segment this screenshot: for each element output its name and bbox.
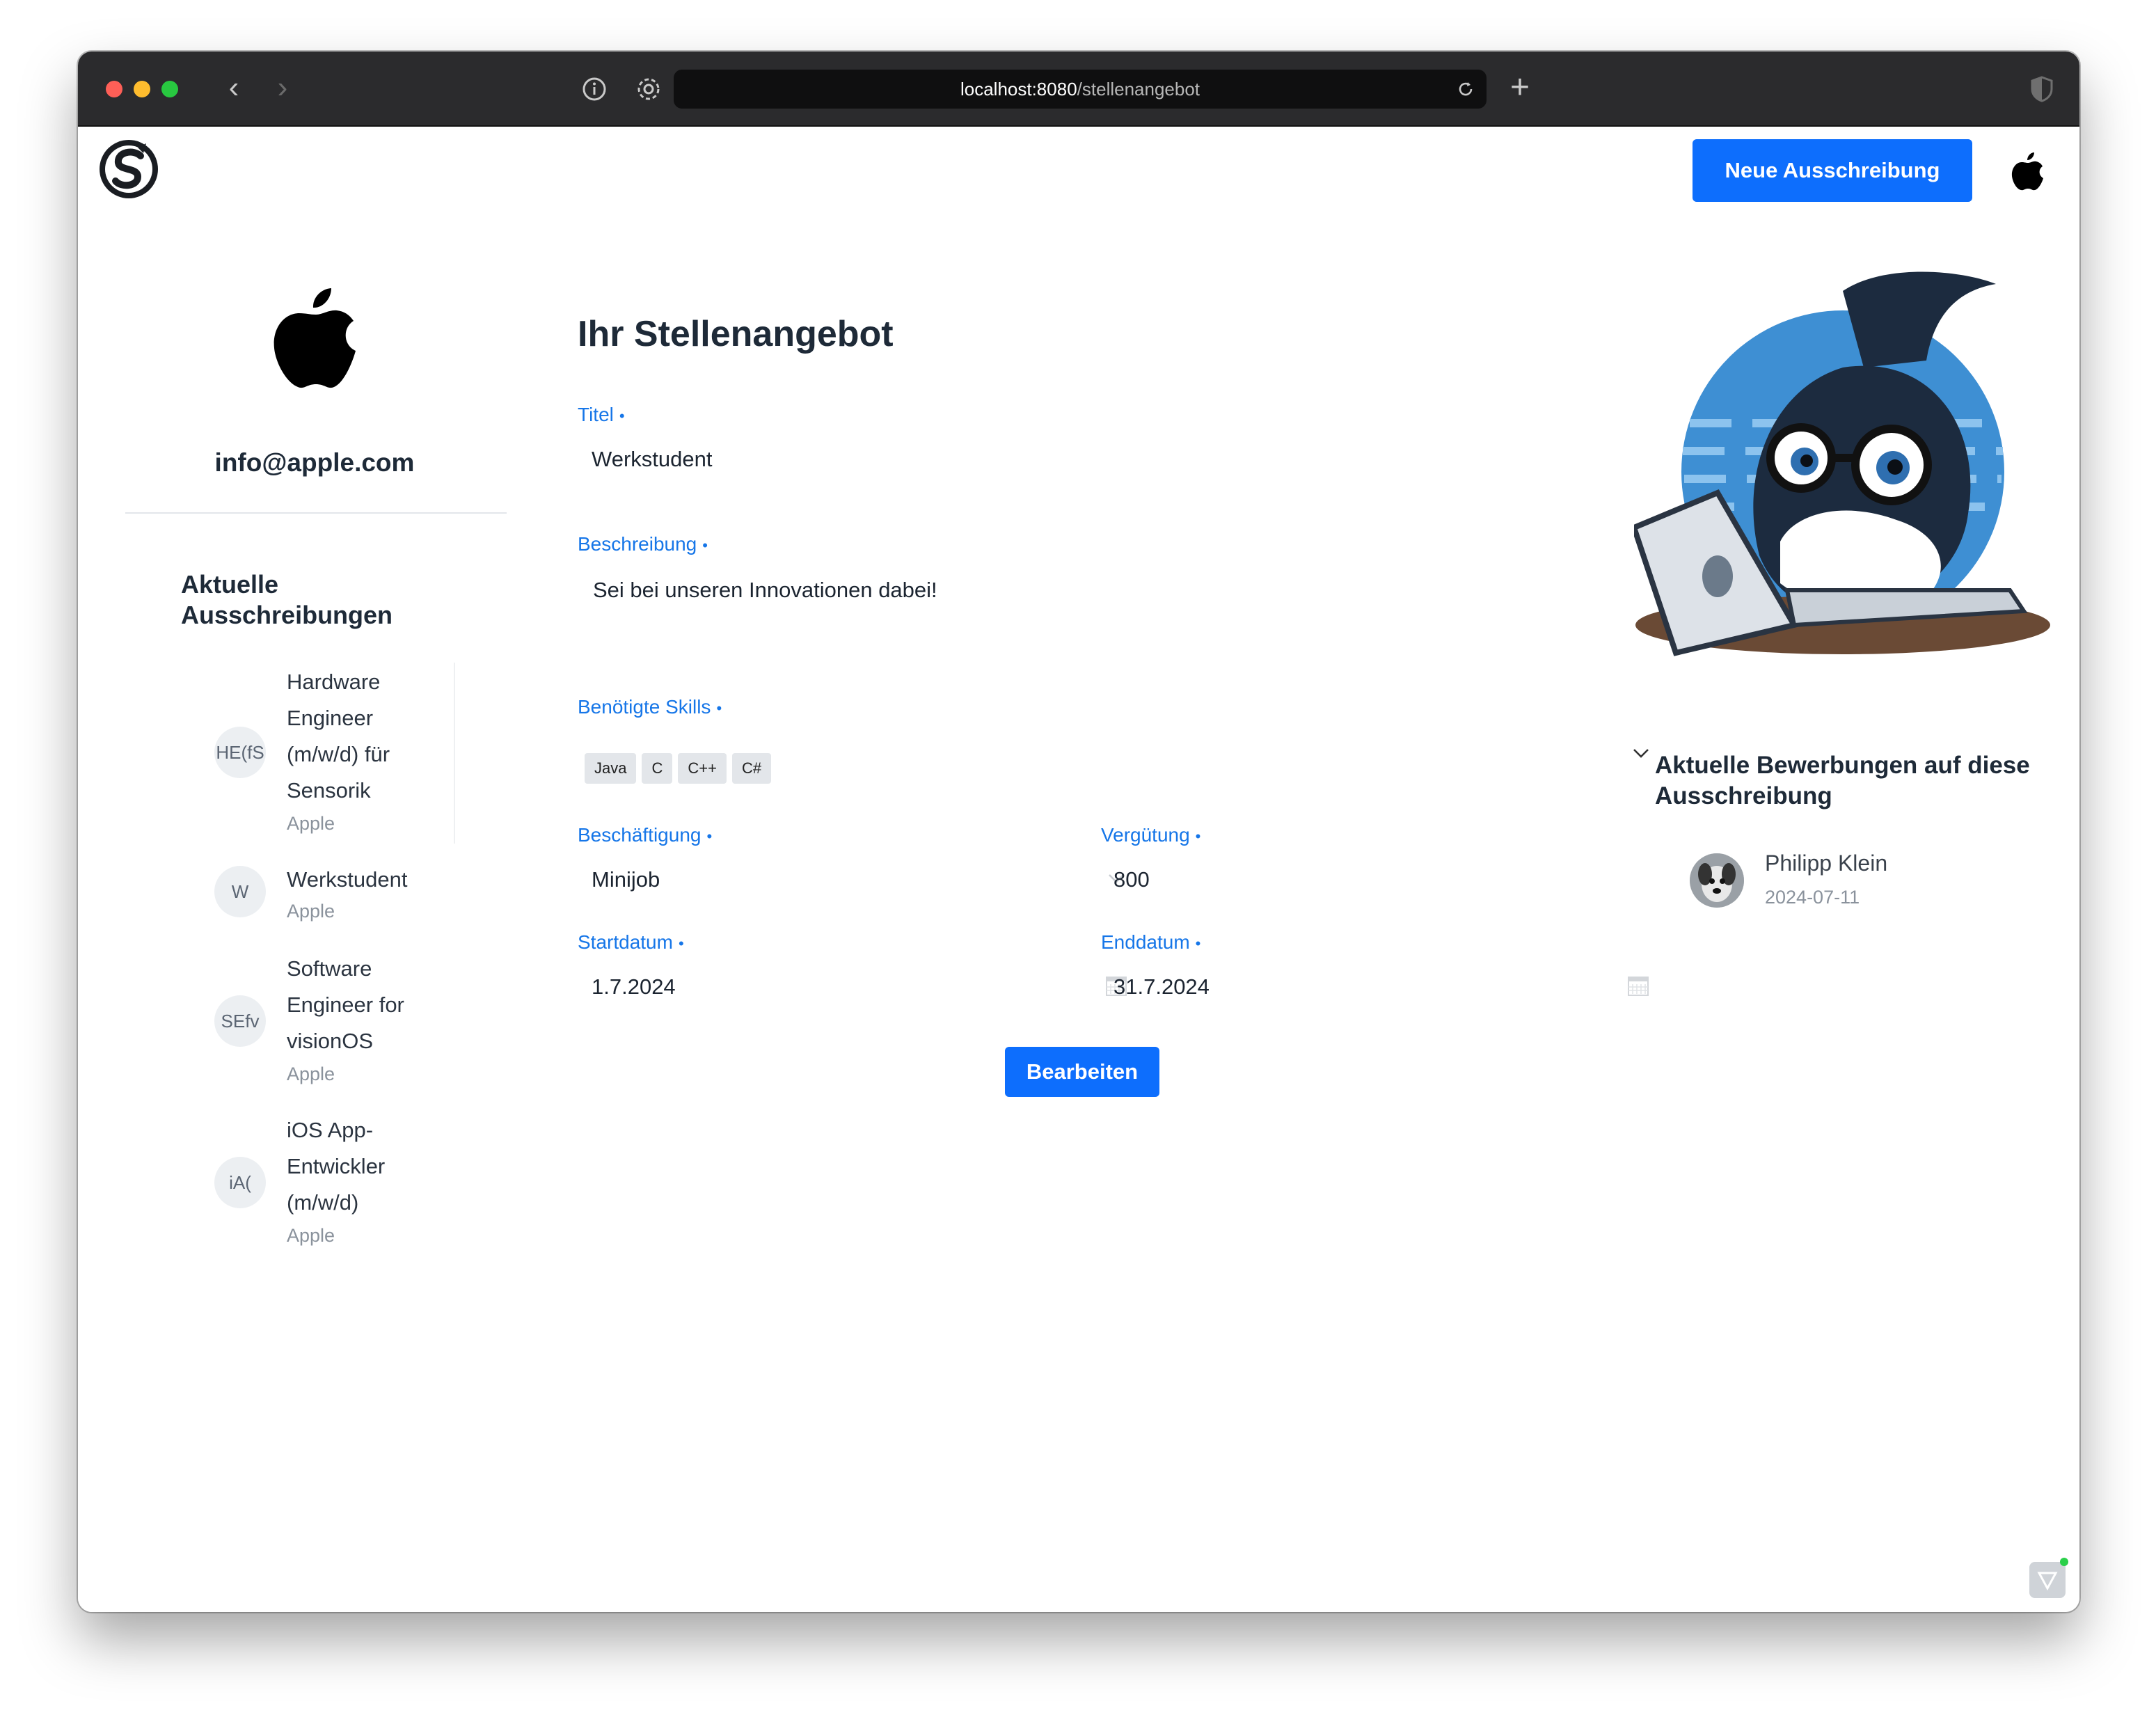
skill-chip[interactable]: C++: [678, 753, 727, 784]
close-window-button[interactable]: [106, 81, 122, 97]
required-marker: •: [702, 537, 708, 554]
reload-icon[interactable]: [1454, 78, 1477, 100]
salary-field[interactable]: 800: [1113, 867, 1150, 892]
skills-label-text: Benötigte Skills: [578, 696, 711, 718]
page-title: Ihr Stellenangebot: [578, 314, 894, 354]
skill-chip[interactable]: Java: [585, 753, 637, 784]
posting-company: Apple: [287, 1064, 335, 1084]
info-icon[interactable]: [579, 74, 610, 104]
enddate-label-text: Enddatum: [1101, 931, 1190, 953]
applicant-avatar[interactable]: [1690, 853, 1744, 908]
chevron-down-icon[interactable]: [1631, 743, 1651, 763]
dev-tools-icon[interactable]: [2029, 1558, 2068, 1598]
apple-logo-icon[interactable]: [2010, 150, 2046, 192]
posting-title: Hardware Engineer (m/w/d) für Sensorik: [287, 670, 390, 803]
url-host: localhost:8080: [960, 79, 1077, 100]
posting-company: Apple: [287, 901, 335, 922]
dog-photo-icon: [1690, 853, 1744, 908]
required-marker: •: [619, 407, 625, 425]
employment-select[interactable]: Minijob: [592, 867, 660, 892]
description-field[interactable]: Sei bei unseren Innovationen dabei!: [593, 578, 937, 603]
url-path: /stellenangebot: [1077, 79, 1200, 100]
shield-icon[interactable]: [2029, 75, 2054, 103]
required-marker: •: [1195, 935, 1201, 952]
posting-title: Software Engineer for visionOS: [287, 956, 404, 1053]
applicant-name[interactable]: Philipp Klein: [1765, 851, 1887, 876]
salary-label: Vergütung •: [1101, 824, 1200, 846]
startdate-label: Startdatum •: [578, 931, 684, 954]
description-label: Beschreibung •: [578, 533, 708, 555]
employment-label-text: Beschäftigung: [578, 824, 702, 846]
back-arrow-icon[interactable]: ‹: [217, 72, 251, 106]
skills-multiselect[interactable]: Java C C++ C#: [585, 753, 777, 787]
required-marker: •: [716, 700, 722, 717]
posting-title: Werkstudent: [287, 867, 408, 892]
zoom-window-button[interactable]: [161, 81, 178, 97]
edit-button[interactable]: Bearbeiten: [1005, 1047, 1159, 1097]
address-bar[interactable]: localhost:8080/stellenangebot: [674, 70, 1487, 109]
title-label: Titel •: [578, 404, 625, 426]
calendar-icon[interactable]: [1627, 974, 1649, 997]
posting-avatar: HE(fS: [214, 727, 266, 778]
skill-chip[interactable]: C#: [731, 753, 772, 784]
posting-avatar: iA(: [214, 1157, 266, 1208]
current-postings-heading: Aktuelle Ausschreibungen: [181, 570, 393, 629]
status-indicator: [2060, 1558, 2068, 1566]
applicant-date: 2024-07-11: [1765, 887, 1860, 908]
posting-avatar: SEfv: [214, 995, 266, 1047]
skill-chip[interactable]: C: [642, 753, 673, 784]
posting-company: Apple: [287, 813, 335, 834]
required-marker: •: [706, 828, 713, 845]
required-marker: •: [1195, 828, 1201, 845]
company-logo: [274, 288, 356, 388]
employment-label: Beschäftigung •: [578, 824, 712, 846]
posting-company: Apple: [287, 1225, 335, 1246]
required-marker: •: [678, 935, 684, 952]
forward-arrow-icon[interactable]: ›: [266, 72, 299, 106]
minimize-window-button[interactable]: [134, 81, 150, 97]
app-logo[interactable]: [97, 138, 160, 200]
divider: [125, 512, 507, 514]
startdate-field[interactable]: 1.7.2024: [592, 974, 676, 999]
page-content: Neue Ausschreibung info@apple.com Aktuel…: [78, 127, 2079, 1612]
enddate-field[interactable]: 31.7.2024: [1113, 974, 1210, 999]
enddate-label: Enddatum •: [1101, 931, 1200, 954]
posting-title: iOS App-Entwickler (m/w/d): [287, 1118, 386, 1215]
new-posting-button[interactable]: Neue Ausschreibung: [1693, 139, 1972, 202]
title-label-text: Titel: [578, 404, 614, 425]
new-tab-plus-icon[interactable]: +: [1500, 70, 1539, 109]
browser-window: ‹ › localhost:8080/stellenangebot + Neue…: [78, 52, 2079, 1612]
salary-label-text: Vergütung: [1101, 824, 1190, 846]
description-label-text: Beschreibung: [578, 533, 697, 555]
company-email: info@apple.com: [214, 448, 415, 477]
skills-label: Benötigte Skills •: [578, 696, 722, 718]
startdate-label-text: Startdatum: [578, 931, 673, 953]
gear-icon[interactable]: [633, 74, 664, 104]
posting-avatar: W: [214, 866, 266, 917]
vaadin-icon: [2037, 1572, 2058, 1591]
title-field[interactable]: Werkstudent: [592, 447, 712, 472]
browser-toolbar: ‹ › localhost:8080/stellenangebot +: [78, 52, 2079, 127]
orca-mascot-illustration: [1634, 270, 2050, 674]
scrollbar-track: [454, 663, 455, 844]
applications-heading: Aktuelle Bewerbungen auf diese Ausschrei…: [1655, 752, 2030, 809]
